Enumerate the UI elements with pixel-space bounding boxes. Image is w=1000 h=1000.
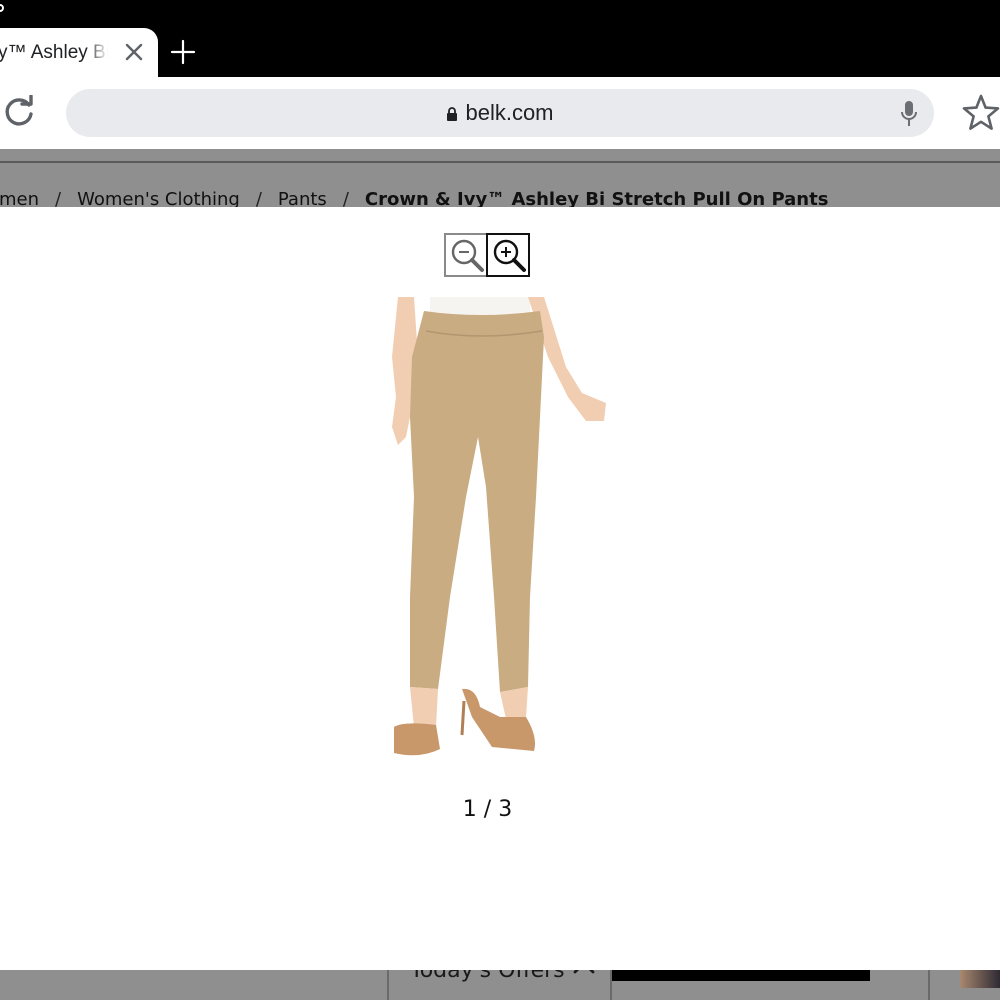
model-pants — [410, 311, 544, 692]
bottom-bar-black-strip — [612, 970, 870, 981]
zoom-in-button[interactable] — [486, 233, 530, 277]
product-image[interactable] — [380, 297, 620, 767]
browser-toolbar: belk.com — [0, 77, 1000, 149]
bottom-bar-divider — [928, 970, 930, 1000]
model-left-ankle — [410, 687, 438, 727]
model-left-shoe — [394, 723, 440, 756]
address-bar[interactable]: belk.com — [66, 89, 934, 137]
bottom-bar: Today's Offers — [0, 970, 1000, 1000]
status-indicator — [0, 4, 4, 12]
chevron-up-icon — [573, 970, 595, 974]
model-right-heel — [460, 700, 466, 736]
star-icon[interactable] — [962, 94, 1000, 132]
zoom-out-icon — [451, 239, 484, 272]
reload-icon[interactable] — [2, 95, 36, 129]
zoom-controls — [444, 233, 532, 277]
dimmed-page-header: omen/Women's Clothing/Pants/Crown & Ivy™… — [0, 149, 1000, 210]
model-right-ankle — [500, 687, 528, 719]
browser-tab[interactable]: y™ Ashley Bi S — [0, 28, 158, 77]
zoom-in-icon — [493, 239, 526, 272]
todays-offers-button[interactable]: Today's Offers — [410, 970, 595, 988]
tab-title: y™ Ashley Bi S — [0, 42, 108, 63]
image-counter: 1 / 3 — [462, 797, 513, 822]
bottom-bar-thumbnail[interactable] — [960, 970, 1000, 988]
todays-offers-label: Today's Offers — [410, 970, 565, 983]
close-icon[interactable] — [124, 42, 144, 62]
lock-icon — [447, 107, 458, 121]
mic-icon[interactable] — [900, 100, 918, 128]
image-zoom-modal: 1 / 3 — [0, 207, 1000, 970]
header-divider — [0, 161, 1000, 163]
browser-tab-strip: y™ Ashley Bi S — [0, 0, 1000, 77]
plus-icon[interactable] — [170, 39, 196, 65]
bottom-bar-divider — [387, 970, 389, 1000]
zoom-out-button[interactable] — [444, 233, 488, 277]
url-text: belk.com — [465, 100, 554, 125]
